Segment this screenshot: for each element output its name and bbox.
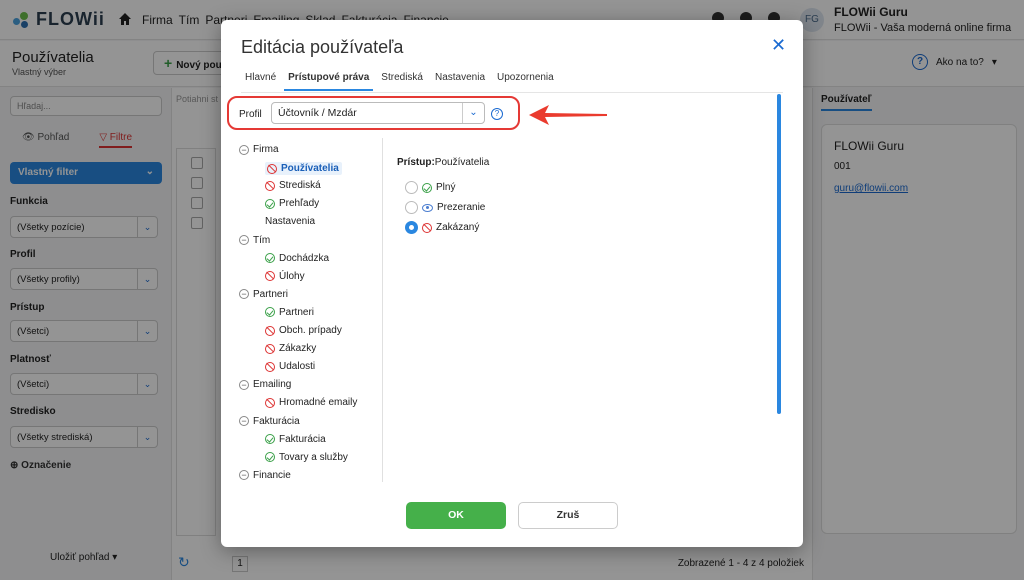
profile-select[interactable]: Účtovník / Mzdár ⌄ (271, 102, 485, 124)
check-circle-icon (265, 253, 275, 264)
tree-label: Prehľady (279, 198, 320, 210)
cancel-button[interactable]: Zruš (518, 502, 618, 529)
tree-item[interactable]: Partneri (265, 307, 314, 318)
tab-settings[interactable]: Nastavenia (431, 72, 489, 91)
tree-group[interactable]: − Emailing (239, 379, 291, 390)
tree-item[interactable]: Používatelia (265, 162, 342, 176)
collapse-icon[interactable]: − (239, 144, 249, 155)
permission-tree: − Firma Používatelia Strediská Prehľady Nasta… (239, 140, 379, 484)
access-option-label: Prezeranie (437, 202, 486, 213)
tree-item[interactable]: Zákazky (265, 343, 316, 354)
radio-denied[interactable] (405, 221, 418, 234)
tree-label: Emailing (253, 379, 292, 391)
tabs-divider (241, 92, 783, 93)
tree-label: Tím (253, 234, 271, 246)
tree-item[interactable]: Udalosti (265, 361, 315, 372)
tree-item[interactable]: Dochádzka (265, 253, 329, 264)
access-option-full[interactable]: Plný (405, 181, 455, 194)
tree-label: Obch. prípady (279, 325, 342, 336)
tree-item[interactable]: Prehľady (265, 198, 319, 209)
tree-label: Zákazky (279, 343, 317, 355)
access-option-denied[interactable]: Zakázaný (405, 221, 479, 234)
collapse-icon[interactable]: − (239, 470, 249, 481)
access-title: Prístup:Používatelia (397, 157, 489, 168)
tree-label: Používatelia (281, 163, 339, 175)
forbidden-icon (265, 397, 275, 408)
tree-label: Fakturácia (279, 433, 326, 445)
arrow-annotation-icon (529, 105, 607, 125)
tree-group[interactable]: − Tím (239, 235, 270, 246)
access-target: Používatelia (434, 157, 490, 168)
access-option-label: Zakázaný (436, 222, 480, 233)
access-label: Prístup: (397, 157, 435, 168)
tree-label: Dochádzka (279, 252, 330, 264)
tree-label: Firma (253, 144, 279, 155)
forbidden-icon (265, 361, 275, 372)
forbidden-icon (265, 271, 275, 282)
tree-item[interactable]: Strediská (265, 180, 321, 191)
tree-label: Tovary a služby (279, 451, 348, 463)
forbidden-icon (265, 325, 275, 336)
scrollbar[interactable] (777, 94, 781, 414)
forbidden-icon (267, 163, 277, 174)
tree-group[interactable]: − Firma (239, 144, 279, 155)
check-circle-icon (265, 307, 275, 318)
forbidden-icon (265, 343, 275, 354)
tree-label: Úlohy (279, 270, 305, 282)
chevron-down-icon: ⌄ (462, 103, 484, 123)
close-icon[interactable]: ✕ (771, 36, 786, 54)
tree-item[interactable]: Úlohy (265, 271, 305, 282)
tree-label: Partneri (279, 306, 315, 318)
eye-icon (422, 203, 433, 212)
tree-label: Financie (253, 469, 291, 481)
profile-label: Profil (239, 109, 262, 120)
question-icon[interactable]: ? (491, 108, 503, 120)
tree-label: Udalosti (279, 361, 316, 373)
collapse-icon[interactable]: − (239, 289, 249, 300)
tree-item[interactable]: Fakturácia (265, 434, 326, 445)
radio-full[interactable] (405, 181, 418, 194)
tree-label: Strediská (279, 180, 321, 192)
check-circle-icon (265, 198, 275, 209)
check-circle-icon (265, 434, 275, 445)
check-circle-icon (265, 452, 275, 463)
tree-label: Nastavenia (265, 216, 316, 228)
tree-item[interactable]: Nastavenia (265, 216, 315, 227)
tree-item[interactable]: Obch. prípady (265, 325, 342, 336)
profile-value: Účtovník / Mzdár (278, 107, 357, 119)
tree-group[interactable]: − Partneri (239, 289, 288, 300)
tree-group[interactable]: − Financie (239, 470, 291, 481)
tree-label: Fakturácia (253, 415, 300, 427)
tree-item[interactable]: Hromadné emaily (265, 397, 357, 408)
dialog-tabs: Hlavné Prístupové práva Strediská Nastav… (241, 72, 562, 91)
access-option-label: Plný (436, 182, 456, 193)
tab-access-rights[interactable]: Prístupové práva (284, 72, 374, 91)
tree-label: Hromadné emaily (279, 397, 358, 409)
tree-item[interactable]: Tovary a služby (265, 452, 348, 463)
ok-button[interactable]: OK (406, 502, 506, 529)
dialog-title: Editácia používateľa (241, 37, 404, 57)
tab-notifications[interactable]: Upozornenia (493, 72, 558, 91)
check-circle-icon (422, 182, 432, 193)
tree-group[interactable]: − Fakturácia (239, 416, 300, 427)
tree-divider (382, 138, 383, 482)
forbidden-icon (422, 222, 432, 233)
access-option-view[interactable]: Prezeranie (405, 201, 485, 214)
tree-label: Partneri (253, 288, 289, 300)
edit-user-dialog: Editácia používateľa ✕ Hlavné Prístupové… (221, 20, 803, 547)
collapse-icon[interactable]: − (239, 235, 249, 245)
collapse-icon[interactable]: − (239, 379, 249, 390)
radio-view[interactable] (405, 201, 418, 214)
tab-centers[interactable]: Strediská (377, 72, 427, 91)
collapse-icon[interactable]: − (239, 416, 249, 426)
forbidden-icon (265, 180, 275, 191)
tab-main[interactable]: Hlavné (241, 72, 280, 91)
